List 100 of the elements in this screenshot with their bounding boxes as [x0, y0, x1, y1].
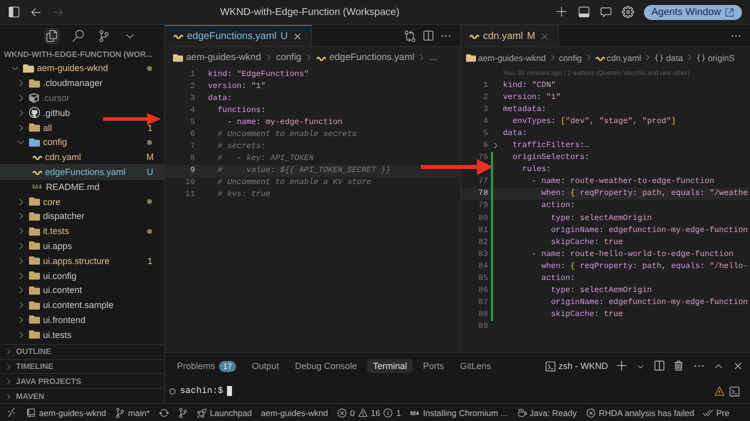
- folder-icon: [466, 52, 476, 62]
- breadcrumb[interactable]: config: [558, 52, 582, 62]
- status-letter: 1: [146, 122, 154, 133]
- line-number: 6: [189, 130, 195, 140]
- split-editor-icon[interactable]: [422, 30, 434, 42]
- java-status[interactable]: Java: Ready: [516, 408, 577, 418]
- terminal-prompt: sachin:$: [180, 386, 224, 396]
- panel-tab[interactable]: Terminal: [367, 359, 414, 373]
- branch-status[interactable]: main*: [115, 408, 150, 418]
- close-icon[interactable]: [732, 360, 744, 372]
- editor-tab[interactable]: edgeFunctions.yaml U: [165, 25, 312, 46]
- analysis-status[interactable]: RHDA analysis has failed: [586, 408, 694, 418]
- panel-tab[interactable]: GitLens: [454, 359, 498, 373]
- folder-icon: [173, 52, 183, 62]
- panel-tab[interactable]: Output: [246, 359, 285, 373]
- remote-icon[interactable]: [6, 407, 17, 418]
- panel-tab[interactable]: Ports: [417, 359, 450, 373]
- line-number: 82: [477, 238, 488, 247]
- breadcrumb[interactable]: ...: [429, 52, 438, 63]
- trash-icon[interactable]: [673, 360, 685, 372]
- tree-item[interactable]: .github: [0, 105, 164, 120]
- breadcrumb[interactable]: edgeFunctions.yaml: [329, 52, 414, 63]
- tree-item[interactable]: ui.content: [0, 282, 164, 298]
- code-text: when: { reqProperty: path, equals: "/hello-: [540, 262, 748, 271]
- error-icon: [586, 408, 596, 418]
- task-status[interactable]: Installing Chromium ...: [410, 408, 508, 418]
- circle-icon: [169, 388, 176, 394]
- line-number: 86: [477, 286, 488, 296]
- code-text: version: "1": [208, 82, 266, 91]
- plus-icon[interactable]: [616, 360, 628, 372]
- tree-item[interactable]: it.tests: [0, 224, 164, 239]
- agents-window-button[interactable]: Agents Window: [644, 4, 742, 20]
- tree-item[interactable]: cdn.yaml M: [0, 150, 164, 165]
- tree-item[interactable]: dispatcher: [0, 208, 164, 224]
- code-text: # Uncomment to enable a KV store: [216, 178, 372, 188]
- plus-icon[interactable]: [556, 6, 568, 18]
- close-icon[interactable]: [292, 30, 303, 42]
- terminal-icon[interactable]: [729, 386, 740, 396]
- info-count: 1: [396, 408, 401, 418]
- panel-tab[interactable]: Debug Console: [288, 359, 363, 373]
- code-text: data:: [503, 128, 528, 138]
- chat-icon[interactable]: [600, 6, 612, 18]
- tree-item[interactable]: core: [0, 194, 164, 209]
- breadcrumb[interactable]: config: [276, 52, 302, 63]
- line-number: 2: [482, 92, 488, 102]
- compare-icon[interactable]: [404, 30, 416, 42]
- code-text: kind: "CDN": [503, 80, 556, 90]
- breadcrumb[interactable]: originS: [708, 52, 735, 62]
- line-number: 1: [189, 70, 195, 79]
- tree-item[interactable]: ui.content.sample: [0, 298, 164, 313]
- terminal-selector[interactable]: zsh - WKND: [544, 360, 608, 372]
- tree-item[interactable]: ui.frontend: [0, 312, 164, 328]
- search-icon[interactable]: [70, 28, 86, 44]
- tree-item[interactable]: config: [0, 134, 164, 150]
- settings-icon[interactable]: [622, 6, 634, 18]
- status-letter: 1: [146, 256, 154, 266]
- collapsed-section[interactable]: TIMELINE: [0, 358, 164, 374]
- tree-item[interactable]: edgeFunctions.yaml U: [0, 164, 164, 180]
- tree-item[interactable]: .cloudmanager: [0, 76, 164, 91]
- breadcrumb[interactable]: data: [666, 52, 683, 62]
- collapsed-section[interactable]: JAVA PROJECTS: [0, 373, 164, 388]
- tree-item[interactable]: README.md: [0, 179, 164, 194]
- tree-item[interactable]: aem-guides-wknd: [0, 61, 164, 76]
- tree-item[interactable]: .cursor: [0, 90, 164, 106]
- tree-item[interactable]: ui.apps: [0, 238, 164, 254]
- panel-tab[interactable]: Problems 17: [171, 358, 242, 374]
- tree-item[interactable]: ui.tests: [0, 327, 164, 342]
- breadcrumb[interactable]: aem-guides-wknd: [186, 52, 261, 63]
- back-arrow-icon[interactable]: [30, 6, 42, 18]
- source-control-icon[interactable]: [178, 408, 188, 418]
- panel-toggle-icon[interactable]: [578, 6, 590, 18]
- explorer-title[interactable]: WKND-WITH-EDGE-FUNCTION (WOR...: [0, 47, 164, 61]
- line-number: 75: [477, 153, 488, 162]
- tree-item[interactable]: ui.config: [0, 268, 164, 283]
- collapsed-section[interactable]: MAVEN: [0, 388, 164, 403]
- breadcrumb[interactable]: aem-guides-wknd: [478, 52, 546, 62]
- sync-icon[interactable]: [158, 408, 169, 418]
- tree-item[interactable]: all 1: [0, 120, 164, 135]
- editor-tab[interactable]: cdn.yaml M: [461, 25, 560, 46]
- folder-icon: [29, 136, 40, 148]
- breadcrumb[interactable]: cdn.yaml: [606, 52, 642, 62]
- warning-icon: [358, 408, 368, 418]
- problems-status[interactable]: 0 16 1: [337, 408, 401, 418]
- explorer-icon[interactable]: [44, 28, 60, 44]
- split-terminal-icon[interactable]: [653, 360, 665, 372]
- repo-status[interactable]: aem-guides-wknd: [26, 408, 106, 418]
- tree-item[interactable]: ui.apps.structure 1: [0, 253, 164, 268]
- branch-icon: [115, 408, 126, 418]
- collapsed-section[interactable]: OUTLINE: [0, 344, 164, 359]
- code-text: action:: [540, 201, 576, 210]
- line-number: 5: [189, 118, 195, 127]
- count-badge: 17: [219, 360, 236, 372]
- code-text: type: selectAemOrigin: [550, 214, 652, 223]
- extension-status[interactable]: Pre: [703, 408, 730, 418]
- workspace-status[interactable]: aem-guides-wknd: [260, 408, 328, 418]
- cube-icon: [29, 92, 39, 103]
- launchpad-status[interactable]: Launchpad: [196, 408, 252, 418]
- folder-icon: [29, 210, 40, 222]
- folder-icon: [29, 329, 40, 340]
- sidebar-toggle-icon[interactable]: [8, 6, 20, 18]
